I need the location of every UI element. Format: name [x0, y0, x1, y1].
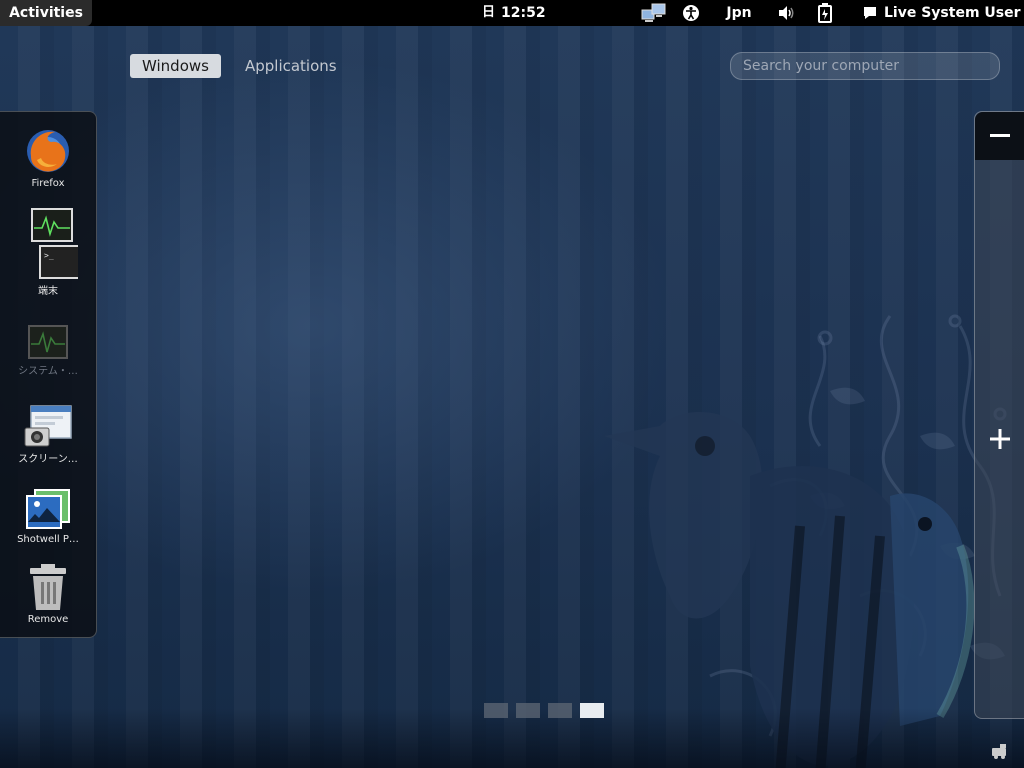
workspace-thumbnails: [974, 111, 1024, 719]
dash-item-remove[interactable]: Remove: [4, 562, 92, 625]
dash-item-firefox[interactable]: Firefox: [4, 126, 92, 189]
user-name: Live System User: [884, 5, 1021, 21]
volume-icon[interactable]: [776, 0, 798, 26]
terminal-icon: >_: [31, 208, 78, 279]
screenshot-icon: [24, 405, 72, 447]
workspace-dot[interactable]: [484, 703, 508, 718]
svg-text:>_: >_: [44, 251, 54, 260]
chat-status-icon: [864, 7, 876, 19]
trash-icon: [30, 564, 66, 610]
clock-time: 12:52: [501, 5, 546, 21]
dash-item-label: Remove: [27, 614, 69, 625]
dash-item-screenshot[interactable]: スクリーン…: [4, 404, 92, 465]
workspace-dot[interactable]: [548, 703, 572, 718]
search-input[interactable]: [730, 52, 1000, 80]
clock-menu[interactable]: 日 12:52: [482, 0, 546, 26]
battery-icon[interactable]: [814, 0, 836, 26]
activities-button[interactable]: Activities: [0, 0, 92, 26]
dash-item-system-monitor[interactable]: システム・…: [4, 324, 92, 377]
user-menu[interactable]: Live System User: [862, 0, 1024, 26]
dash: Firefox >_ 端末 システム・… スクリーン… Shotwell P… …: [0, 111, 97, 638]
tab-windows[interactable]: Windows: [130, 54, 221, 78]
keyboard-layout-indicator[interactable]: Jpn: [724, 0, 754, 26]
dash-item-terminal[interactable]: >_ 端末: [4, 208, 92, 297]
dash-item-label: Firefox: [31, 178, 65, 189]
system-monitor-icon: [28, 325, 68, 359]
tab-applications[interactable]: Applications: [233, 54, 349, 78]
dash-item-label: システム・…: [18, 366, 78, 377]
workspace-dot[interactable]: [516, 703, 540, 718]
calendar-day-label: 日: [482, 5, 496, 20]
dash-item-label: 端末: [38, 286, 58, 297]
workspace-dot-active[interactable]: [580, 703, 604, 718]
accessibility-icon[interactable]: [680, 0, 702, 26]
top-bar: Activities 日 12:52 Jpn Live System User: [0, 0, 1024, 26]
minus-icon: [989, 134, 1010, 137]
overview-view-tabs: Windows Applications: [130, 54, 349, 78]
wallpaper-bird-art: [604, 314, 1007, 768]
network-icon[interactable]: [640, 0, 668, 26]
workspace-indicator: [484, 703, 604, 718]
message-tray-icon[interactable]: [990, 742, 1010, 760]
dash-item-label: スクリーン…: [18, 454, 78, 465]
remove-workspace-button[interactable]: [975, 112, 1024, 160]
shotwell-icon: [26, 489, 70, 529]
dash-item-shotwell[interactable]: Shotwell P…: [4, 488, 92, 545]
firefox-icon: [27, 130, 69, 172]
plus-icon: [990, 429, 1010, 449]
add-workspace-button[interactable]: [989, 428, 1011, 450]
dash-item-label: Shotwell P…: [17, 534, 79, 545]
desktop-background: [0, 26, 1024, 768]
